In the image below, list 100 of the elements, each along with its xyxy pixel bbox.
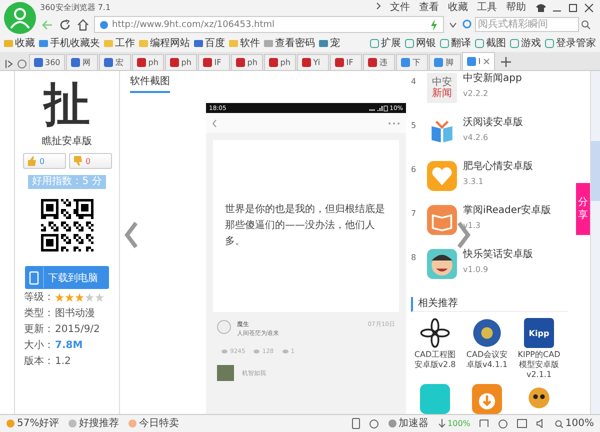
bookmark-item[interactable]: 手机收藏夹 [39, 38, 100, 49]
thumbs-down-icon [72, 156, 82, 166]
score-badge: 好用指数：5 分 [28, 175, 106, 189]
bookmark-item[interactable]: 工作 [104, 38, 135, 49]
browser-tab[interactable]: 脚 [429, 54, 462, 70]
folder-icon [194, 39, 203, 48]
browser-tab[interactable]: 网 [66, 54, 98, 70]
app-title-link[interactable]: 沃阅读安卓版 [463, 117, 523, 129]
info-label: 版本： [24, 354, 54, 368]
chevron-icon[interactable] [376, 2, 381, 10]
home-icon[interactable] [76, 18, 90, 32]
logo-text: Kipp [528, 328, 550, 338]
app-icon [420, 384, 450, 414]
app-title-link[interactable]: CAD会议安卓版v4.1.1 [463, 350, 511, 370]
quote-text: 世界是你的也是我的，但归根结底是那些傻逼们的——没办法，他们人多。 [225, 202, 386, 249]
info-label: 类型： [24, 306, 54, 320]
bookmark-item[interactable]: 查看密码 [264, 38, 315, 49]
folder-icon [39, 39, 48, 48]
refresh-icon[interactable] [58, 18, 72, 32]
more-icon[interactable] [388, 122, 400, 124]
browser-tab[interactable]: ph [231, 54, 264, 70]
menu-item[interactable]: 收藏 [448, 2, 468, 13]
bookmark-item[interactable]: 收藏 [4, 38, 35, 49]
bookmark-item[interactable]: 软件 [229, 38, 260, 49]
toolbar-item[interactable]: 翻译 [440, 38, 471, 49]
favicon-icon [302, 58, 312, 67]
toolbar-item[interactable]: 截图 [475, 38, 506, 49]
sidebar-toggle-icon[interactable] [3, 58, 15, 70]
app-icon [472, 318, 502, 348]
menu-item[interactable]: 查看 [419, 2, 439, 13]
window-icon[interactable] [479, 419, 490, 428]
browser-tab[interactable]: 宏 [99, 54, 132, 70]
menu-item[interactable]: 文件 [390, 2, 410, 13]
window-title: 360安全浏览器 7.1 [40, 2, 112, 13]
rank-number: 6 [411, 164, 418, 174]
browser-tab[interactable]: Yi [297, 54, 330, 70]
search-field[interactable]: 阅兵式精彩瞬间 [475, 17, 579, 32]
browser-tab[interactable]: 360 [29, 54, 66, 70]
browser-tab[interactable]: 违 [363, 54, 396, 70]
logo-text: 中安 [432, 77, 452, 88]
toolbar-item[interactable]: 扩展 [370, 38, 401, 49]
favicon-icon [401, 58, 410, 67]
window-icon[interactable] [517, 419, 528, 428]
browser-tab[interactable]: 下 [396, 54, 428, 70]
app-title-link[interactable]: 中安新闻app [463, 73, 522, 85]
down-arrow-icon [438, 419, 446, 428]
info-label: 等级： [24, 291, 54, 304]
logo-text: 新闻 [432, 88, 452, 99]
maximize-icon[interactable] [566, 2, 580, 14]
search-icon[interactable] [581, 20, 591, 30]
app-title-link[interactable]: 快乐笑话安卓版 [463, 249, 533, 261]
app-version: 3.3.1 [463, 177, 484, 186]
app-title-link[interactable]: KIPP的CAD模型安卓版v2.1.1 [515, 350, 563, 380]
thumbs-up-icon [26, 156, 36, 166]
scrollbar-thumb[interactable] [591, 141, 600, 201]
search-icon [555, 420, 564, 428]
folder-icon [264, 39, 273, 48]
toolbar-item[interactable]: 游戏 [510, 38, 541, 49]
browser-tab[interactable]: ph [165, 54, 198, 70]
favicon-icon [269, 58, 278, 67]
rank-number: 4 [411, 76, 418, 86]
new-tab-icon[interactable] [500, 57, 511, 67]
bookmark-item[interactable]: 宠 [319, 38, 340, 49]
address-field[interactable]: http://www.9ht.com/xz/106453.html [94, 16, 444, 33]
info-value: 2015/9/2 [55, 324, 100, 334]
menu-item[interactable]: 帮助 [506, 2, 526, 13]
bookmark-item[interactable]: 编程网站 [139, 38, 190, 49]
bookmark-item[interactable]: 百度 [194, 38, 225, 49]
browser-tab[interactable]: IF [330, 54, 362, 70]
phone-icon[interactable] [352, 418, 360, 429]
browser-tab[interactable]: ph [264, 54, 296, 70]
shirt-icon[interactable] [534, 2, 548, 14]
rank-number: 5 [411, 120, 418, 130]
toolbar-item[interactable]: 网银 [405, 38, 436, 49]
favicon-icon [236, 58, 246, 67]
app-title-link[interactable]: 肥皂心情安卓版 [463, 161, 533, 173]
browser-tab[interactable]: ph [132, 54, 164, 70]
app-icon [420, 318, 450, 348]
section-heading: 软件截图 [130, 75, 170, 93]
status-item[interactable]: 好搜推荐 [68, 418, 120, 429]
app-title-link[interactable]: 掌阅iReader安卓版 [463, 205, 552, 217]
avatar-icon [217, 320, 231, 334]
app-title-link[interactable]: CAD工程图安卓版v2.8 [411, 350, 459, 370]
share-button[interactable]: 分享 [576, 183, 590, 235]
status-item[interactable]: 今日特卖 [128, 418, 180, 429]
browser-tab[interactable]: IF [198, 54, 230, 70]
folder-icon [319, 39, 328, 48]
url-text: http://www.9ht.com/xz/106453.html [112, 20, 276, 30]
toolbar-item[interactable]: 登录管家 [545, 38, 596, 49]
status-item[interactable]: 57%好评 [6, 418, 60, 429]
menu-item[interactable]: 工具 [477, 2, 497, 13]
close-icon[interactable] [582, 2, 596, 14]
favicon-icon [335, 58, 344, 67]
folder-icon [229, 39, 238, 48]
zoom-level[interactable]: 100% [555, 418, 594, 429]
scrollbar[interactable] [590, 71, 600, 414]
bolt-icon[interactable] [429, 18, 439, 30]
status-item[interactable]: 加速器 [388, 418, 429, 429]
globe-icon [99, 20, 109, 30]
browser-tab[interactable]: I [462, 52, 495, 70]
